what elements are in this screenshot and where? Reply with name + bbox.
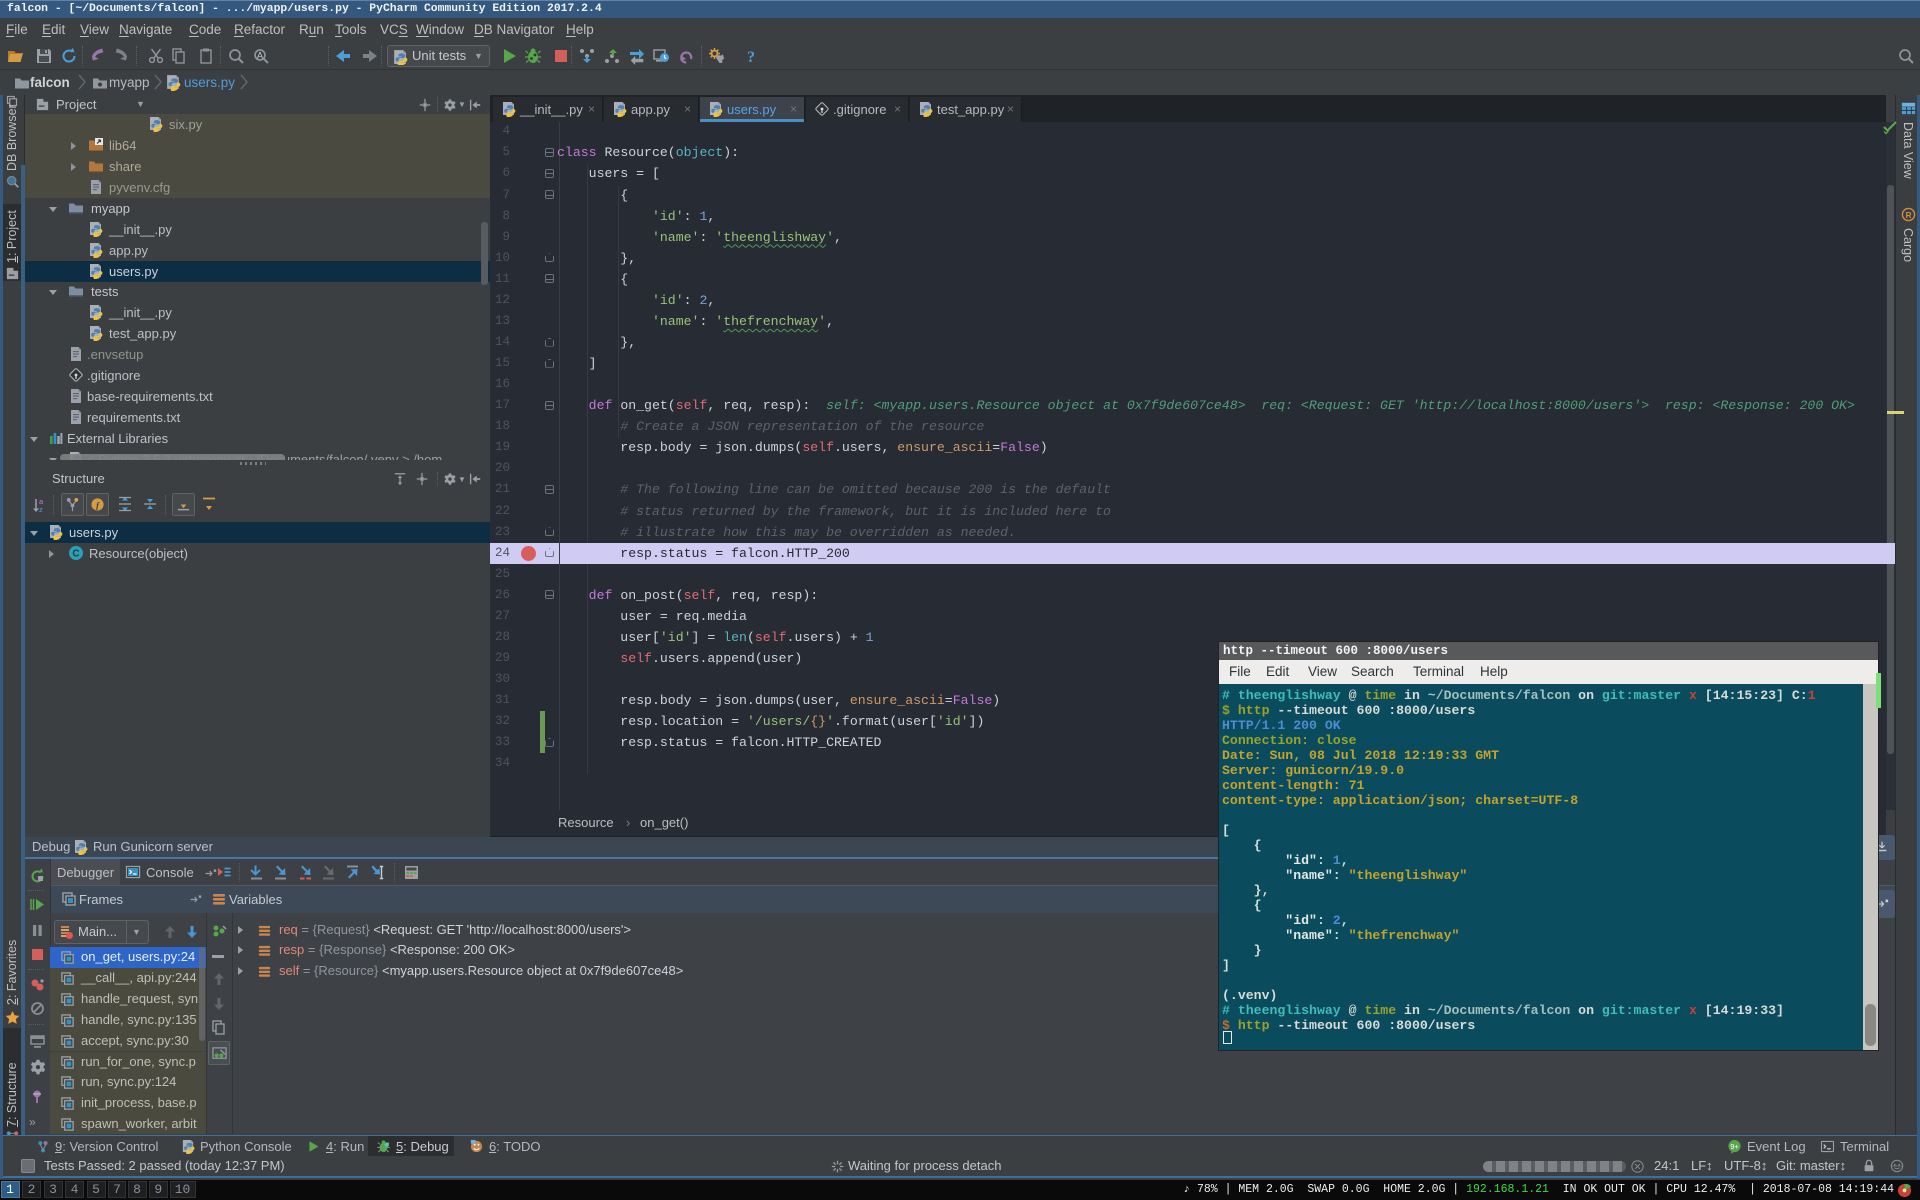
- svg-text:z: z: [39, 505, 43, 513]
- svg-text:9+: 9+: [1730, 1142, 1739, 1151]
- svg-text:?: ?: [747, 49, 755, 65]
- svg-text:R: R: [1905, 210, 1911, 220]
- svg-text:A: A: [257, 51, 263, 61]
